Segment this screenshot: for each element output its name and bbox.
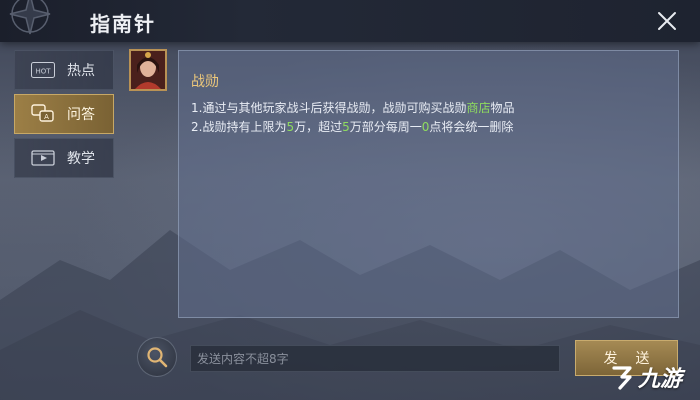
svg-text:A: A [44, 113, 49, 121]
compass-emblem-icon [9, 0, 51, 35]
tab-label: 问答 [67, 107, 95, 123]
message-text: 万，超过 [294, 120, 343, 134]
highlight-number: 5 [286, 120, 295, 134]
tab-hot[interactable]: HOT 热点 [14, 50, 114, 90]
message-text: 物品 [490, 101, 515, 115]
hot-icon: HOT [31, 61, 55, 79]
message-text: 万部分每周一 [349, 120, 422, 134]
character-portrait-icon [131, 51, 165, 89]
message-input[interactable] [190, 345, 560, 372]
site-watermark: 九游 [610, 362, 696, 392]
watermark-logo-icon [612, 366, 632, 390]
highlight-number: 5 [342, 120, 350, 134]
page-title: 指南针 [90, 12, 156, 36]
avatar[interactable] [129, 49, 167, 91]
search-icon [147, 347, 168, 368]
tab-teaching[interactable]: 教学 [14, 138, 114, 178]
shop-link[interactable]: 商店 [466, 101, 490, 115]
video-icon [31, 149, 55, 167]
tab-label: 热点 [67, 63, 95, 79]
message-title: 战勋 [191, 74, 219, 90]
chat-icon: A [31, 104, 55, 123]
message-text: 1.通过与其他玩家战斗后获得战勋，战勋可购买战勋 [191, 101, 467, 115]
message-line-2: 2.战勋持有上限为5万，超过5万部分每周一0点将会统一删除 [191, 118, 513, 135]
close-button[interactable] [652, 6, 682, 36]
message-text: 2.战勋持有上限为 [191, 120, 287, 134]
category-tabs: HOT 热点 A 问答 教学 [14, 50, 114, 182]
watermark-text: 九游 [638, 367, 683, 392]
message-text: 点将会统一删除 [429, 120, 514, 134]
close-icon [658, 12, 676, 30]
tab-qa[interactable]: A 问答 [14, 94, 114, 134]
tab-label: 教学 [67, 151, 95, 167]
search-button[interactable] [137, 337, 177, 377]
title-bar: 指南针 [0, 0, 700, 42]
hot-badge-text: HOT [35, 68, 51, 76]
message-line-1: 1.通过与其他玩家战斗后获得战勋，战勋可购买战勋商店物品 [191, 99, 514, 116]
message-panel: 战勋 1.通过与其他玩家战斗后获得战勋，战勋可购买战勋商店物品 2.战勋持有上限… [178, 50, 679, 318]
